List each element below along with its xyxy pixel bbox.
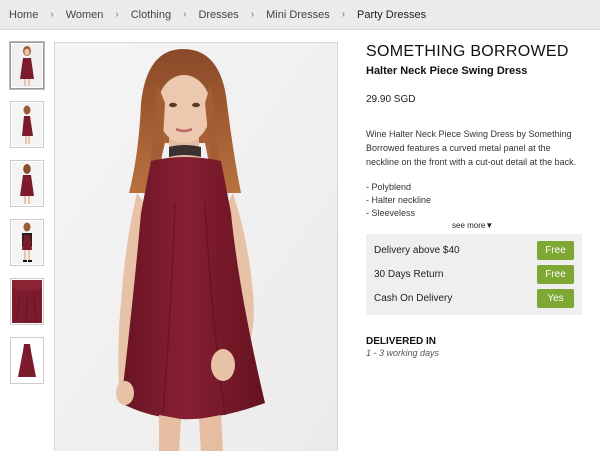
thumbnail-fabric-detail[interactable] — [10, 278, 44, 325]
thumbnail-flat-lay[interactable] — [10, 337, 44, 384]
product-description: Wine Halter Neck Piece Swing Dress by So… — [366, 129, 577, 167]
product-info: SOMETHING BORROWED Halter Neck Piece Swi… — [366, 42, 584, 358]
breadcrumb-dresses[interactable]: Dresses — [198, 9, 238, 21]
product-price: 29.90 SGD — [366, 94, 416, 105]
thumbnail-side[interactable] — [10, 101, 44, 148]
feature-item: - Halter neckline — [366, 195, 432, 205]
breadcrumb-mini-dresses[interactable]: Mini Dresses — [266, 9, 330, 21]
perk-badge: Free — [537, 264, 574, 284]
brand-name[interactable]: SOMETHING BORROWED — [366, 42, 584, 61]
perk-badge: Yes — [537, 288, 574, 308]
perks-panel: Delivery above $40 Free 30 Days Return F… — [366, 234, 582, 315]
delivery-days: 1 - 3 working days — [366, 348, 440, 358]
perk-label: 30 Days Return — [374, 268, 444, 280]
perk-label: Delivery above $40 — [374, 244, 460, 256]
thumbnail-back[interactable] — [10, 160, 44, 207]
chevron-right-icon: › — [50, 9, 54, 20]
chevron-right-icon: › — [250, 9, 255, 20]
delivery-heading: DELIVERED IN — [366, 336, 437, 347]
perk-cod: Cash On Delivery Yes — [374, 286, 574, 310]
breadcrumb-women[interactable]: Women — [66, 9, 104, 21]
perk-badge: Free — [537, 240, 574, 260]
chevron-right-icon: › — [183, 9, 187, 20]
perk-return: 30 Days Return Free — [374, 262, 574, 286]
breadcrumb: Home › Women › Clothing › Dresses › Mini… — [0, 0, 600, 30]
chevron-right-icon: › — [341, 9, 346, 20]
feature-item: - Sleeveless — [366, 208, 416, 218]
see-more-link[interactable]: see more▼ — [366, 221, 584, 230]
feature-list: - Polyblend - Halter neckline - Sleevele… — [366, 181, 584, 220]
perk-delivery: Delivery above $40 Free — [374, 238, 574, 262]
chevron-right-icon: › — [115, 9, 119, 20]
feature-item: - Polyblend — [366, 182, 412, 192]
thumbnail-front[interactable] — [10, 42, 44, 89]
main-product-image[interactable] — [54, 42, 338, 451]
product-name: Halter Neck Piece Swing Dress — [366, 65, 528, 77]
perk-label: Cash On Delivery — [374, 292, 453, 304]
breadcrumb-party-dresses: Party Dresses — [357, 8, 427, 21]
breadcrumb-home[interactable]: Home — [9, 9, 38, 21]
thumbnail-styled[interactable] — [10, 219, 44, 266]
thumbnail-list — [10, 42, 44, 396]
breadcrumb-clothing[interactable]: Clothing — [131, 9, 171, 21]
